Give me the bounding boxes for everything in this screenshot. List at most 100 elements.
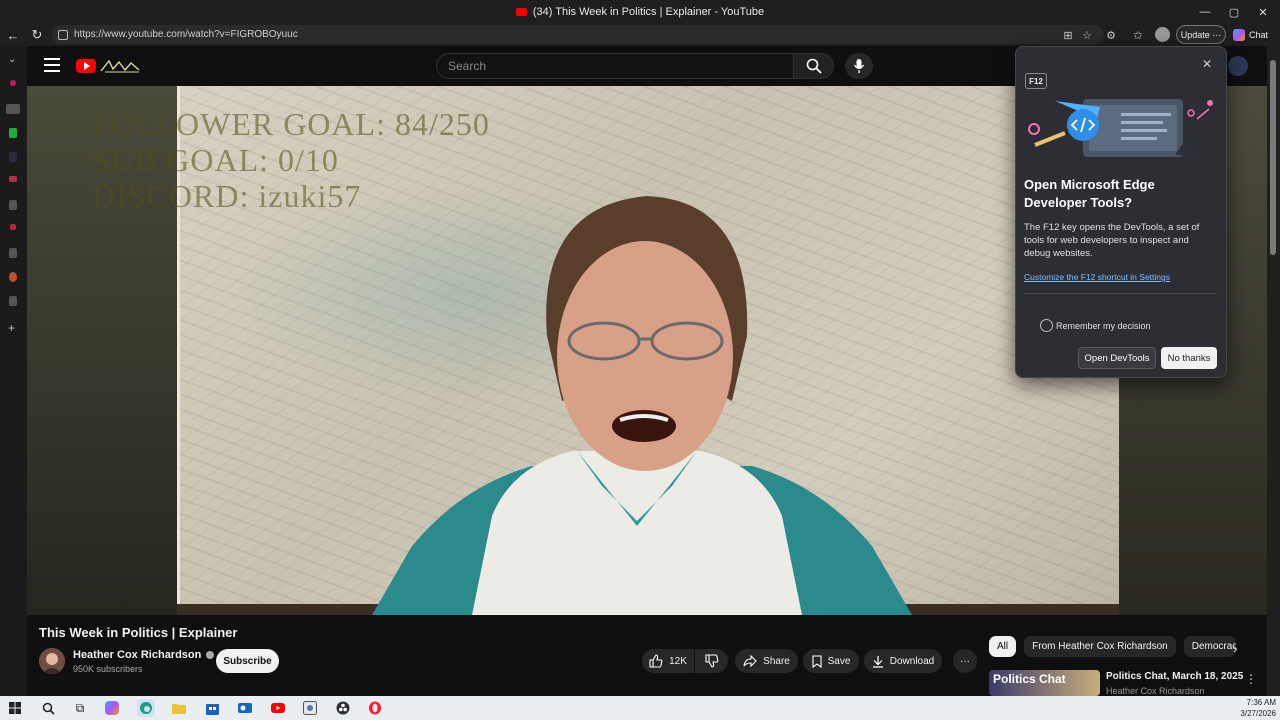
- chip-from-channel[interactable]: From Heather Cox Richardson: [1024, 636, 1176, 657]
- search-icon: [806, 58, 822, 74]
- download-label: Download: [889, 655, 935, 667]
- save-button[interactable]: Save: [803, 649, 859, 673]
- refresh-icon[interactable]: ↻: [26, 24, 48, 46]
- youtube-taskbar-icon[interactable]: [269, 699, 287, 717]
- recommended-thumbnail-text: Politics Chat: [993, 672, 1066, 686]
- site-info-icon[interactable]: [58, 29, 68, 40]
- channel-avatar-image: [39, 648, 65, 674]
- clock-time: 7:36 AM: [1246, 698, 1276, 707]
- microphone-icon: [853, 59, 865, 73]
- address-bar[interactable]: https://www.youtube.com/watch?v=FIGROBOy…: [52, 25, 1104, 44]
- tab-muted-icon[interactable]: [6, 104, 20, 114]
- remember-decision-checkbox[interactable]: [1040, 319, 1053, 332]
- like-count: 12K: [669, 655, 687, 667]
- back-icon[interactable]: ←: [2, 24, 24, 46]
- page-scrollbar-thumb[interactable]: [1270, 60, 1276, 255]
- save-label: Save: [827, 655, 851, 667]
- related-filter-chips: All From Heather Cox Richardson Democrac…: [989, 636, 1236, 658]
- app-taskbar-icon[interactable]: [301, 699, 319, 717]
- youtube-favicon-icon: [515, 8, 527, 16]
- search-placeholder: Search: [448, 59, 487, 73]
- recommended-thumbnail[interactable]: Politics Chat: [989, 670, 1100, 696]
- extensions-icon[interactable]: ⚙: [1103, 27, 1119, 43]
- no-thanks-button[interactable]: No thanks: [1161, 347, 1217, 369]
- favorites-icon[interactable]: ✩: [1130, 27, 1146, 43]
- minimize-icon[interactable]: —: [1190, 0, 1220, 24]
- dialog-divider: [1024, 293, 1217, 294]
- window-title-bar: (34) This Week in Politics | Explainer -…: [0, 0, 1280, 24]
- account-avatar[interactable]: [1228, 56, 1248, 76]
- tab-icon[interactable]: [9, 176, 17, 182]
- windows-taskbar: [0, 696, 1280, 720]
- window-title: (34) This Week in Politics | Explainer -…: [532, 6, 765, 18]
- chip-democracy[interactable]: Democracy: [1183, 636, 1236, 657]
- opera-icon[interactable]: [366, 699, 384, 717]
- close-dialog-icon[interactable]: ✕: [1202, 57, 1212, 71]
- bookmark-icon: [812, 654, 822, 668]
- customize-shortcut-link[interactable]: Customize the F12 shortcut in Settings: [1024, 272, 1170, 282]
- tab-collapse-chevron-icon[interactable]: ⌄: [8, 54, 16, 65]
- share-label: Share: [763, 655, 790, 667]
- tab-icon[interactable]: [10, 224, 16, 230]
- overlay-line: SUB GOAL: 0/10: [92, 142, 339, 178]
- subscribe-button[interactable]: Subscribe: [216, 649, 279, 673]
- share-icon: [743, 655, 757, 667]
- copilot-taskbar-icon[interactable]: [105, 701, 119, 715]
- tab-icon[interactable]: [9, 248, 17, 258]
- tab-youtube-icon[interactable]: [10, 80, 16, 86]
- verified-icon: [206, 651, 215, 659]
- copilot-chat-button[interactable]: Chat: [1233, 25, 1275, 44]
- youtube-doodle-logo[interactable]: [99, 58, 143, 74]
- devtools-illustration: [1028, 99, 1213, 157]
- dislike-button[interactable]: [695, 649, 728, 673]
- menu-hamburger-icon[interactable]: [44, 58, 60, 72]
- file-explorer-icon[interactable]: [170, 699, 188, 717]
- start-windows-icon[interactable]: [6, 699, 24, 717]
- url-text: https://www.youtube.com/watch?v=FIGROBOy…: [74, 29, 298, 40]
- thumbs-down-icon: [704, 654, 718, 668]
- open-devtools-button[interactable]: Open DevTools: [1078, 347, 1156, 369]
- system-clock[interactable]: 7:36 AM 3/27/2026: [1226, 697, 1276, 719]
- tab-reddit-icon[interactable]: [9, 272, 17, 282]
- chevron-right-icon[interactable]: ›: [1233, 640, 1238, 656]
- chip-all[interactable]: All: [989, 636, 1017, 657]
- video-title: This Week in Politics | Explainer: [39, 625, 238, 640]
- update-button[interactable]: Update ···: [1176, 25, 1226, 44]
- obs-icon[interactable]: [334, 699, 352, 717]
- search-input[interactable]: Search: [436, 53, 794, 79]
- task-view-icon[interactable]: ⧉: [71, 699, 89, 717]
- voice-search-button[interactable]: [845, 53, 873, 79]
- tab-icon[interactable]: [9, 296, 17, 306]
- new-tab-plus-icon[interactable]: +: [8, 321, 15, 335]
- overlay-line: FOLLOWER GOAL: 84/250: [92, 106, 490, 142]
- chat-label: Chat: [1249, 29, 1269, 40]
- update-label: Update: [1180, 29, 1210, 40]
- remember-decision-label[interactable]: Remember my decision: [1056, 321, 1151, 331]
- search-button[interactable]: [794, 53, 834, 79]
- subscriber-count: 950K subscribers: [73, 664, 143, 674]
- like-button[interactable]: 12K: [642, 649, 694, 673]
- f12-key-badge: F12: [1025, 73, 1047, 89]
- more-actions-button[interactable]: ···: [953, 649, 977, 673]
- channel-avatar[interactable]: [39, 648, 65, 674]
- profile-avatar[interactable]: [1155, 27, 1170, 42]
- store-icon[interactable]: [203, 699, 221, 717]
- search-taskbar-icon[interactable]: [39, 699, 57, 717]
- clock-date: 3/27/2026: [1240, 709, 1276, 718]
- maximize-icon[interactable]: ▢: [1219, 0, 1249, 24]
- channel-name[interactable]: Heather Cox Richardson: [73, 649, 215, 661]
- edge-taskbar-icon[interactable]: [137, 699, 155, 717]
- favorite-star-icon[interactable]: ☆: [1079, 27, 1095, 43]
- recommended-title[interactable]: Politics Chat, March 18, 2025: [1106, 671, 1243, 682]
- download-button[interactable]: Download: [864, 649, 942, 673]
- youtube-logo-icon[interactable]: [76, 59, 96, 73]
- tab-icon[interactable]: [9, 200, 17, 210]
- outlook-icon[interactable]: [236, 699, 254, 717]
- share-button[interactable]: Share: [735, 649, 798, 673]
- tab-kick-icon[interactable]: [9, 128, 17, 138]
- recommended-menu-icon[interactable]: ⋮: [1245, 672, 1257, 686]
- recommended-channel[interactable]: Heather Cox Richardson: [1106, 686, 1205, 696]
- tab-icon[interactable]: [9, 152, 17, 162]
- apps-icon[interactable]: ⊞: [1060, 27, 1076, 43]
- close-window-icon[interactable]: ✕: [1248, 0, 1278, 24]
